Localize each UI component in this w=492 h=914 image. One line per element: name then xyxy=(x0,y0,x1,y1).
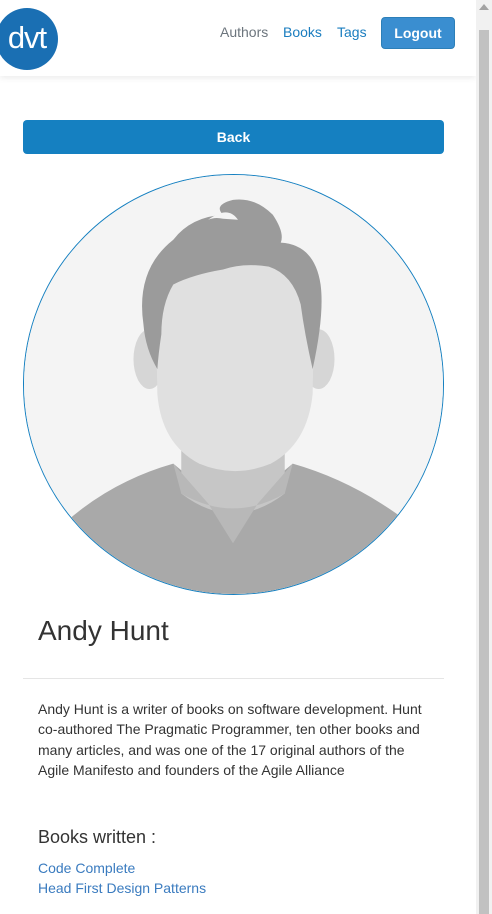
dvt-logo[interactable]: dvt xyxy=(0,8,58,70)
scroll-up-arrow-icon[interactable] xyxy=(479,4,489,10)
author-avatar xyxy=(23,174,444,595)
books-written-heading: Books written : xyxy=(38,827,157,847)
divider xyxy=(23,678,444,679)
navbar: dvt Authors Books Tags Logout xyxy=(0,0,476,76)
book-link-head-first-design-patterns[interactable]: Head First Design Patterns xyxy=(38,878,206,898)
nav-tags-link[interactable]: Tags xyxy=(337,24,367,40)
logout-button[interactable]: Logout xyxy=(381,17,455,49)
list-item: Head First Design Patterns xyxy=(38,878,206,898)
book-list: Code Complete Head First Design Patterns xyxy=(38,858,206,898)
author-name: Andy Hunt xyxy=(38,615,169,646)
default-profile-avatar-icon xyxy=(24,175,443,594)
book-link-code-complete[interactable]: Code Complete xyxy=(38,858,206,878)
nav-books-link[interactable]: Books xyxy=(283,24,322,40)
back-button[interactable]: Back xyxy=(23,120,444,154)
page: dvt Authors Books Tags Logout Back Andy … xyxy=(0,0,476,914)
author-bio: Andy Hunt is a writer of books on softwa… xyxy=(38,701,422,778)
nav-authors-link[interactable]: Authors xyxy=(220,24,268,40)
scrollbar-thumb[interactable] xyxy=(479,30,489,914)
list-item: Code Complete xyxy=(38,858,206,878)
vertical-scrollbar[interactable] xyxy=(476,0,492,914)
